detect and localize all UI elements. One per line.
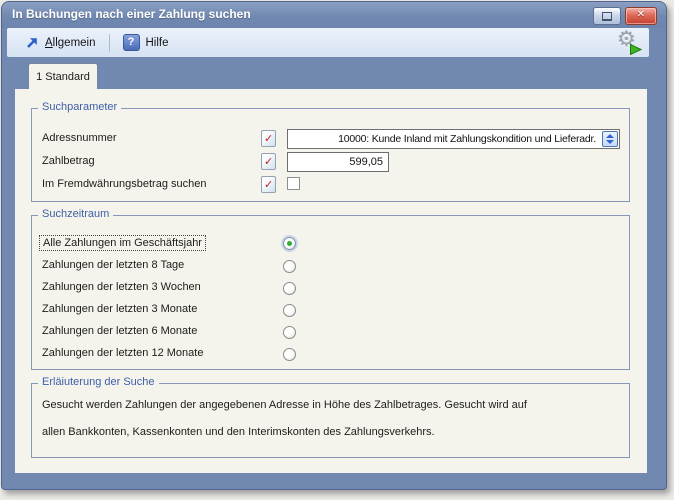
- minimize-button[interactable]: [593, 7, 621, 25]
- explanation-line-1: Gesucht werden Zahlungen der angegebenen…: [42, 399, 527, 411]
- tab-standard[interactable]: 1 Standard: [28, 63, 98, 90]
- spinner-up-icon: [606, 134, 614, 138]
- group-suchzeitraum: Suchzeitraum Alle Zahlungen im Geschäfts…: [31, 215, 630, 370]
- radio-3-monate[interactable]: [283, 304, 296, 317]
- spinner-down-icon: [606, 140, 614, 144]
- help-icon: [123, 34, 140, 51]
- close-icon: [626, 9, 656, 20]
- titlebar[interactable]: In Buchungen nach einer Zahlung suchen: [2, 2, 666, 28]
- option-label-6-monate[interactable]: Zahlungen der letzten 6 Monate: [42, 325, 197, 337]
- adressnummer-spinner[interactable]: [602, 131, 618, 147]
- hilfe-button[interactable]: Hilfe: [117, 32, 175, 54]
- screen: In Buchungen nach einer Zahlung suchen: [0, 0, 674, 500]
- green-run-arrow-icon: [630, 44, 642, 55]
- radio-geschaeftsjahr[interactable]: [283, 237, 296, 250]
- option-label-3-monate[interactable]: Zahlungen der letzten 3 Monate: [42, 303, 197, 315]
- option-label-8-tage[interactable]: Zahlungen der letzten 8 Tage: [42, 259, 184, 271]
- close-button[interactable]: [625, 7, 657, 25]
- allgemein-label: Allgemein: [45, 37, 96, 49]
- explanation-line-2: allen Bankkonten, Kassenkonten und den I…: [42, 426, 435, 438]
- radio-12-monate[interactable]: [283, 348, 296, 361]
- group-title: Erläiuterung der Suche: [38, 376, 159, 388]
- option-label-12-monate[interactable]: Zahlungen der letzten 12 Monate: [42, 347, 203, 359]
- zahlbetrag-label: Zahlbetrag: [42, 155, 95, 167]
- toolbar-separator: [109, 34, 110, 52]
- zahlbetrag-input[interactable]: 599,05: [287, 152, 389, 172]
- adressnummer-label: Adressnummer: [42, 132, 117, 144]
- radio-3-wochen[interactable]: [283, 282, 296, 295]
- option-label-3-wochen[interactable]: Zahlungen der letzten 3 Wochen: [42, 281, 201, 293]
- fremdwaehrung-checkbox[interactable]: [287, 177, 300, 190]
- window-title: In Buchungen nach einer Zahlung suchen: [12, 7, 251, 21]
- content-panel: Suchparameter Adressnummer 10000: Kunde …: [15, 89, 647, 473]
- radio-8-tage[interactable]: [283, 260, 296, 273]
- adressnummer-value: 10000: Kunde Inland mit Zahlungskonditio…: [338, 133, 596, 145]
- field-active-check-icon[interactable]: [261, 153, 276, 170]
- run-settings-button[interactable]: [617, 30, 643, 56]
- fremdwaehrung-label: Im Fremdwährungsbetrag suchen: [42, 178, 206, 190]
- group-title: Suchparameter: [38, 101, 121, 113]
- arrow-up-right-icon: [25, 36, 39, 50]
- group-erlaeuterung: Erläiuterung der Suche Gesucht werden Za…: [31, 383, 630, 458]
- group-title: Suchzeitraum: [38, 208, 113, 220]
- field-active-check-icon[interactable]: [261, 176, 276, 193]
- toolbar: Allgemein Hilfe: [7, 28, 649, 57]
- window-controls: [593, 7, 657, 25]
- hilfe-label: Hilfe: [146, 37, 169, 49]
- field-active-check-icon[interactable]: [261, 130, 276, 147]
- allgemein-menu-button[interactable]: Allgemein: [19, 32, 102, 54]
- adressnummer-input[interactable]: 10000: Kunde Inland mit Zahlungskonditio…: [287, 129, 620, 149]
- minimize-icon: [602, 12, 612, 21]
- group-suchparameter: Suchparameter Adressnummer 10000: Kunde …: [31, 108, 630, 202]
- option-label-geschaeftsjahr[interactable]: Alle Zahlungen im Geschäftsjahr: [39, 235, 206, 251]
- radio-6-monate[interactable]: [283, 326, 296, 339]
- dialog-window: In Buchungen nach einer Zahlung suchen: [1, 1, 667, 490]
